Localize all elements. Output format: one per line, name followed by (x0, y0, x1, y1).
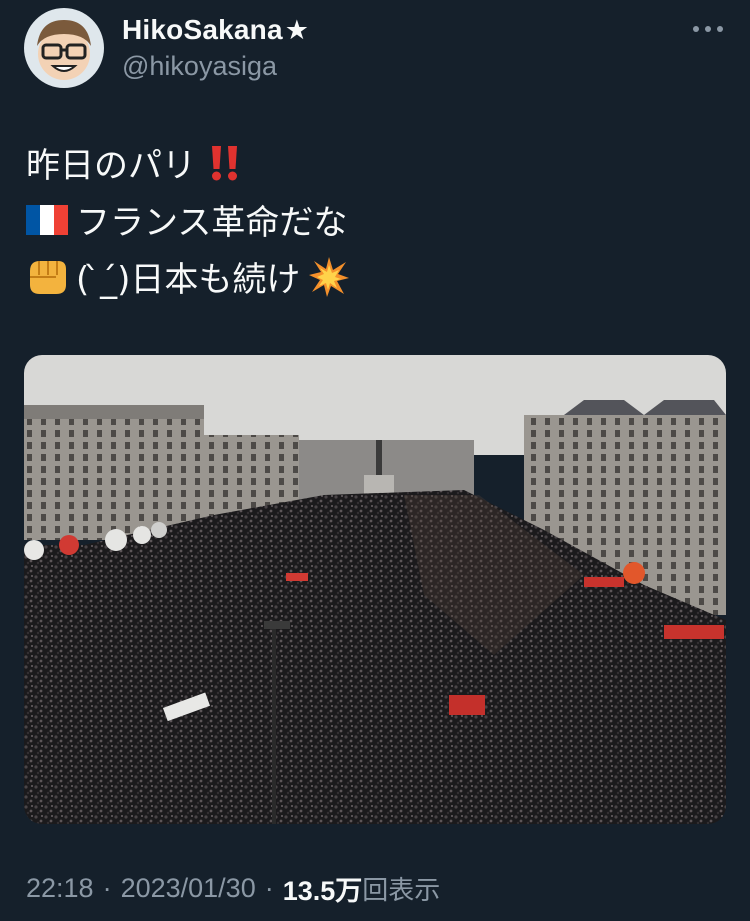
user-handle[interactable]: @hikoyasiga (122, 51, 277, 82)
tweet-time[interactable]: 22:18 (26, 873, 94, 904)
tweet-meta: 22:18 · 2023/01/30 · 13.5万 回表示 (26, 868, 440, 908)
crowd-photo (24, 355, 726, 824)
display-name[interactable]: HikoSakana (122, 14, 283, 46)
more-horizontal-icon (693, 26, 723, 32)
view-count: 13.5万 (282, 875, 363, 906)
tweet-text: 昨日のパリ フランス革命だな (̀_́)日本も続け (26, 134, 726, 305)
tweet-line-2-text: フランス革命だな (76, 203, 348, 243)
tweet-line-1-text: 昨日のパリ (26, 146, 196, 186)
tweet-line-1: 昨日のパリ (26, 134, 726, 191)
tweet-photo[interactable] (24, 355, 726, 824)
tweet-date[interactable]: 2023/01/30 (121, 873, 256, 904)
display-name-row: HikoSakana ★ (122, 12, 309, 48)
meta-separator-1: · (102, 872, 112, 903)
avatar[interactable] (24, 8, 104, 88)
tweet-header: HikoSakana ★ @hikoyasiga (0, 0, 750, 110)
oncoming-fist-icon (26, 256, 68, 298)
france-flag-icon (26, 199, 68, 241)
views-label[interactable]: 回表示 (362, 870, 440, 907)
tweet-line-3: ( ̀_́)日本も続け (26, 248, 726, 305)
double-exclamation-icon (204, 142, 246, 184)
meta-separator-2: · (264, 872, 274, 903)
more-options-button[interactable] (688, 14, 728, 44)
star-icon: ★ (284, 14, 309, 46)
collision-icon (308, 256, 350, 298)
tweet-line-3-text: ( ̀_́)日本も続け (76, 260, 301, 300)
tweet-line-2: フランス革命だな (26, 191, 726, 248)
avatar-image (24, 8, 104, 88)
